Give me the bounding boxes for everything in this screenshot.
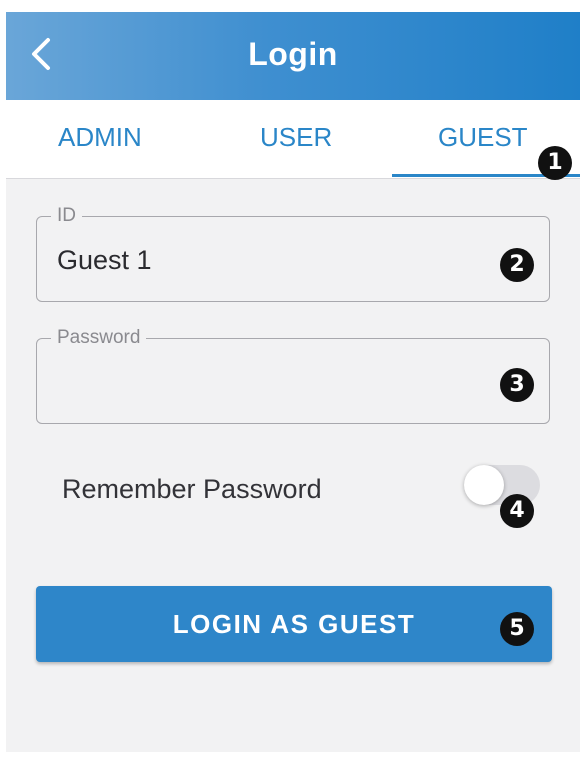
id-field-label: ID [51,205,82,227]
password-field-label: Password [51,327,147,349]
remember-password-label: Remember Password [62,474,322,504]
login-as-guest-button[interactable]: LOGIN AS GUEST [36,586,552,662]
tab-user[interactable]: USER [260,122,332,153]
role-tabs: ADMIN USER GUEST [6,100,580,179]
app-header: Login [6,12,580,100]
callout-badge: 5 [500,612,534,646]
callout-badge: 2 [500,248,534,282]
id-field[interactable]: ID Guest 1 [36,205,550,302]
callout-badge: 1 [538,146,572,180]
tab-guest[interactable]: GUEST [438,122,528,153]
login-screen: Login ADMIN USER GUEST ID Guest 1 Passwo… [6,12,580,752]
callout-badge: 3 [500,368,534,402]
tab-admin[interactable]: ADMIN [58,122,142,153]
password-field[interactable]: Password [36,327,550,424]
id-field-value: Guest 1 [57,245,152,275]
page-title: Login [248,36,338,72]
callout-badge: 4 [500,494,534,528]
toggle-knob [464,465,504,505]
